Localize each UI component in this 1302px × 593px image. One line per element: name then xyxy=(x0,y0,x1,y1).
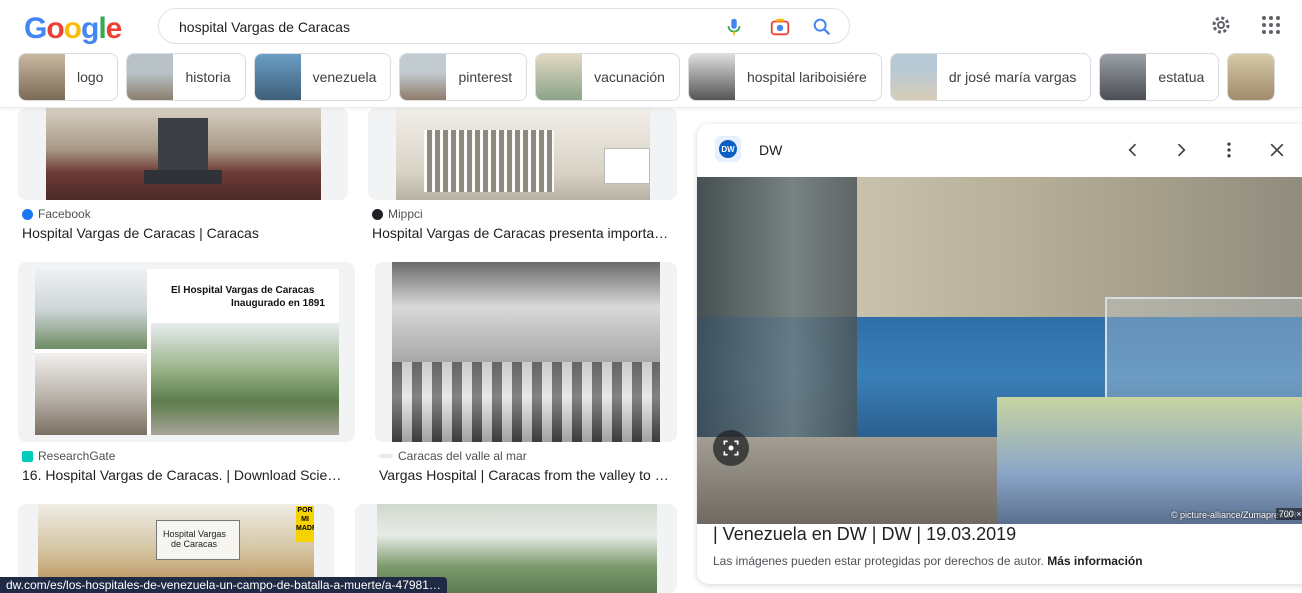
result-title[interactable]: 16. Hospital Vargas de Caracas. | Downlo… xyxy=(22,467,352,483)
result-card[interactable] xyxy=(368,108,677,200)
microphone-icon[interactable] xyxy=(723,16,745,38)
chip-thumbnail xyxy=(1228,54,1275,100)
chip-thumbnail xyxy=(400,54,447,100)
chip-thumbnail xyxy=(19,54,65,100)
chip-label: vacunación xyxy=(594,69,665,85)
source-name: Mippci xyxy=(388,207,423,221)
next-chevron-icon[interactable] xyxy=(1169,138,1193,162)
related-searches-chips: logo historia venezuela pinterest vacuna… xyxy=(18,53,1302,101)
image-dimensions: 700 × 39 xyxy=(1275,508,1302,520)
search-input[interactable] xyxy=(179,17,699,37)
result-source[interactable]: Caracas del valle al mar xyxy=(379,449,527,463)
gate-shape xyxy=(424,130,554,192)
result-card[interactable]: El Hospital Vargas de Caracas Inaugurado… xyxy=(18,262,355,442)
result-title[interactable]: Hospital Vargas de Caracas | Caracas xyxy=(22,225,342,241)
image-caption-line-1: El Hospital Vargas de Caracas xyxy=(171,285,315,296)
monument-shape xyxy=(158,118,208,178)
chip-thumbnail xyxy=(1100,54,1147,100)
chip-partial[interactable] xyxy=(1227,53,1276,101)
chip-estatua[interactable]: estatua xyxy=(1099,53,1220,101)
chip-label: venezuela xyxy=(312,69,377,85)
chip-logo[interactable]: logo xyxy=(18,53,119,101)
sign-text-2: de Caracas xyxy=(171,539,218,549)
preview-title[interactable]: | Venezuela en DW | DW | 19.03.2019 xyxy=(713,524,1016,545)
result-image[interactable]: El Hospital Vargas de Caracas Inaugurado… xyxy=(35,269,339,435)
previous-chevron-icon[interactable] xyxy=(1121,138,1145,162)
search-box xyxy=(158,8,850,44)
monument-base xyxy=(144,170,222,184)
car-shape xyxy=(604,148,650,184)
hospital-sign: Hospital Vargas de Caracas xyxy=(156,520,240,560)
copyright-text: Las imágenes pueden estar protegidas por… xyxy=(713,554,1044,568)
bed xyxy=(997,397,1302,524)
building-photo-2 xyxy=(35,353,147,435)
hall-floor xyxy=(392,362,660,442)
close-icon[interactable] xyxy=(1265,138,1289,162)
chip-dr-jose-maria-vargas[interactable]: dr josé maría vargas xyxy=(889,53,1092,101)
settings-gear-icon[interactable] xyxy=(1209,13,1233,37)
header: Google logo historia venezuela pint xyxy=(0,0,1302,108)
chip-thumbnail xyxy=(536,54,583,100)
result-card[interactable] xyxy=(375,262,677,442)
more-info-link[interactable]: Más información xyxy=(1047,554,1142,568)
result-image[interactable] xyxy=(396,108,650,200)
result-image[interactable] xyxy=(46,108,321,200)
source-name: ResearchGate xyxy=(38,449,116,463)
visual-search-lens-button[interactable] xyxy=(713,430,749,466)
chip-vacunacion[interactable]: vacunación xyxy=(535,53,680,101)
chip-pinterest[interactable]: pinterest xyxy=(399,53,528,101)
dw-logo-icon[interactable]: DW xyxy=(715,136,741,162)
chip-label: logo xyxy=(77,69,104,85)
result-source[interactable]: Mippci xyxy=(372,207,423,221)
chip-label: historia xyxy=(185,69,231,85)
chip-venezuela[interactable]: venezuela xyxy=(253,53,392,101)
image-preview-panel: DW DW © picture-alliance/Zumapress/R 700… xyxy=(697,124,1302,584)
banner-text-3: MADRE xyxy=(296,525,314,532)
google-logo[interactable]: Google xyxy=(24,12,122,46)
sign-text-1: Hospital Vargas xyxy=(163,529,226,539)
camera-lens-icon[interactable] xyxy=(769,16,791,38)
dw-badge-text: DW xyxy=(719,140,737,158)
image-caption-line-2: Inaugurado en 1891 xyxy=(231,298,325,309)
result-title[interactable]: Vargas Hospital | Caracas from the valle… xyxy=(379,467,675,483)
facebook-icon xyxy=(22,208,33,220)
chip-thumbnail xyxy=(127,54,174,100)
preview-source-name[interactable]: DW xyxy=(759,142,782,158)
result-source[interactable]: ResearchGate xyxy=(22,449,115,463)
chip-historia[interactable]: historia xyxy=(126,53,246,101)
result-card[interactable] xyxy=(18,108,348,200)
search-icon[interactable] xyxy=(811,16,833,38)
site-favicon xyxy=(379,454,393,458)
chip-hospital-lariboisiere[interactable]: hospital lariboisiére xyxy=(687,53,882,101)
courtyard-photo xyxy=(151,323,339,435)
source-name: Facebook xyxy=(38,207,91,221)
chip-thumbnail xyxy=(254,54,301,100)
source-name: Caracas del valle al mar xyxy=(398,449,527,463)
result-image[interactable] xyxy=(392,262,660,442)
chip-label: pinterest xyxy=(458,69,513,85)
researchgate-icon xyxy=(22,450,33,462)
banner-text-1: POR xyxy=(297,507,313,514)
mippci-icon xyxy=(372,208,383,220)
apps-grid-icon[interactable] xyxy=(1259,13,1283,37)
copyright-note: Las imágenes pueden estar protegidas por… xyxy=(713,554,1143,568)
side-banner: POR MI MADRE xyxy=(296,506,314,542)
banner-text-2: MI xyxy=(301,516,309,523)
chip-label: estatua xyxy=(1158,69,1205,85)
chip-thumbnail xyxy=(890,54,937,100)
preview-image[interactable]: © picture-alliance/Zumapress/R 700 × 39 xyxy=(697,177,1302,524)
chip-label: dr josé maría vargas xyxy=(948,69,1077,85)
result-source[interactable]: Facebook xyxy=(22,207,91,221)
more-options-icon[interactable] xyxy=(1217,138,1241,162)
status-bar-url: dw.com/es/los-hospitales-de-venezuela-un… xyxy=(0,577,447,593)
chip-thumbnail xyxy=(688,54,735,100)
result-title[interactable]: Hospital Vargas de Caracas presenta impo… xyxy=(372,225,674,241)
chip-label: hospital lariboisiére xyxy=(746,69,867,85)
building-photo-1 xyxy=(35,269,147,349)
